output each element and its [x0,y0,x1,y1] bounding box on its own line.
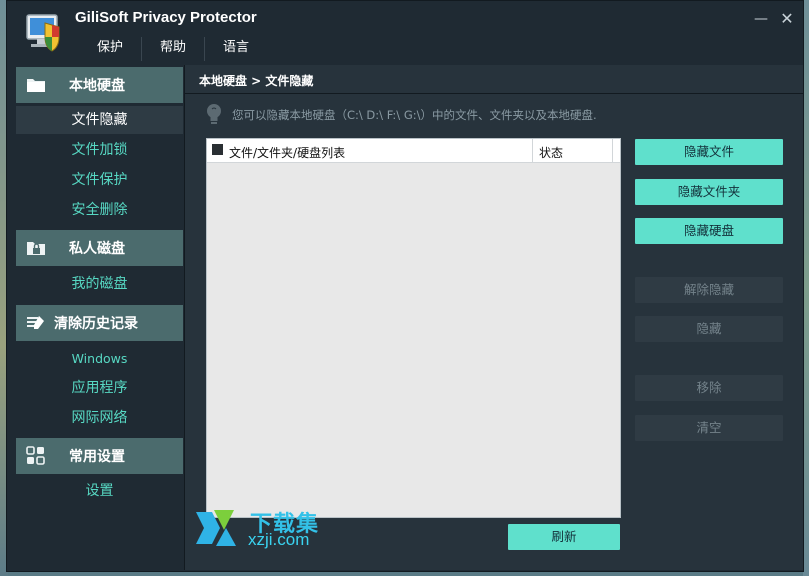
hide-disk-button[interactable]: 隐藏硬盘 [635,218,783,244]
refresh-button[interactable]: 刷新 [508,524,620,550]
watermark-logo-icon [196,510,236,546]
header-divider [185,93,804,94]
app-logo-icon [26,14,60,52]
grid-settings-icon [26,446,45,465]
lock-folder-icon [27,242,45,255]
breadcrumb: 本地硬盘 > 文件隐藏 [199,74,314,88]
unhide-button[interactable]: 解除隐藏 [635,277,783,303]
sidebar-item-file-protect[interactable]: 文件保护 [16,166,183,194]
app-window: GiliSoft Privacy Protector 保护 帮助 语言 — ✕ … [6,0,804,572]
sidebar-section-title: 常用设置 [69,449,125,465]
sidebar-item-secure-delete[interactable]: 安全删除 [16,196,183,224]
column-divider [532,139,533,162]
sidebar-section-clear-history[interactable]: 清除历史记录 [16,305,183,341]
minimize-icon[interactable]: — [751,9,771,29]
app-title: GiliSoft Privacy Protector [75,9,257,26]
close-icon[interactable]: ✕ [777,9,797,29]
sidebar-section-title: 清除历史记录 [54,316,138,332]
clear-button[interactable]: 清空 [635,415,783,441]
sidebar-section-private-disk[interactable]: 私人磁盘 [16,230,183,266]
hide-button[interactable]: 隐藏 [635,316,783,342]
menu-bar: 保护 帮助 语言 [79,37,267,61]
sidebar-section-settings[interactable]: 常用设置 [16,438,183,474]
hint-text: 您可以隐藏本地硬盘（C:\ D:\ F:\ G:\）中的文件、文件夹以及本地硬盘… [232,108,597,122]
hide-folder-button[interactable]: 隐藏文件夹 [635,179,783,205]
watermark-url: xzji.com [248,530,310,549]
remove-button[interactable]: 移除 [635,375,783,401]
sidebar-item-internet[interactable]: 网际网络 [16,404,183,432]
sidebar-item-file-lock[interactable]: 文件加锁 [16,136,183,164]
hide-file-button[interactable]: 隐藏文件 [635,139,783,165]
select-all-checkbox[interactable] [212,144,223,155]
watermark: 下载集 xzji.com [190,506,340,556]
sidebar: 本地硬盘 文件隐藏 文件加锁 文件保护 安全删除 私人磁盘 我的磁盘 清除历史记… [16,65,183,570]
menu-protect[interactable]: 保护 [79,37,143,61]
sidebar-item-file-hide[interactable]: 文件隐藏 [16,106,183,134]
sidebar-section-title: 私人磁盘 [69,241,125,257]
file-list[interactable]: 文件/文件夹/硬盘列表 状态 [206,138,621,518]
title-bar[interactable]: GiliSoft Privacy Protector 保护 帮助 语言 — ✕ [7,1,803,63]
sidebar-section-local-disk[interactable]: 本地硬盘 [16,67,183,103]
column-header-name[interactable]: 文件/文件夹/硬盘列表 [229,144,345,161]
menu-language[interactable]: 语言 [205,37,267,61]
brush-icon [27,316,44,329]
sidebar-section-title: 本地硬盘 [69,78,125,94]
sidebar-item-my-disk[interactable]: 我的磁盘 [16,270,183,298]
column-divider [612,139,613,162]
lightbulb-icon [207,104,221,124]
sidebar-item-windows[interactable]: Windows [16,345,183,373]
sidebar-item-settings[interactable]: 设置 [16,477,183,505]
sidebar-item-applications[interactable]: 应用程序 [16,374,183,402]
main-panel: 本地硬盘 > 文件隐藏 您可以隐藏本地硬盘（C:\ D:\ F:\ G:\）中的… [184,65,804,570]
column-header-status[interactable]: 状态 [539,144,563,161]
menu-help[interactable]: 帮助 [142,37,206,61]
folder-icon [27,79,45,92]
list-header: 文件/文件夹/硬盘列表 状态 [207,139,620,163]
